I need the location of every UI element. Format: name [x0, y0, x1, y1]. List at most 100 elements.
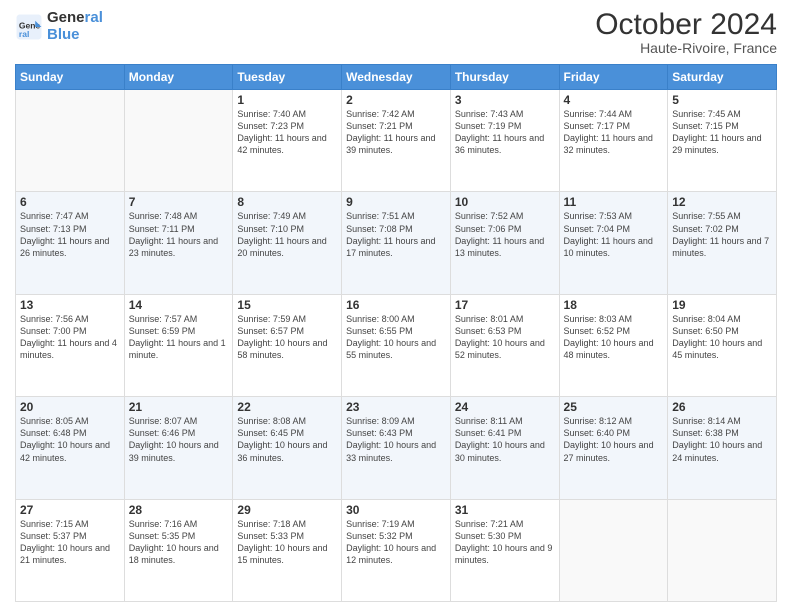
day-info: Sunrise: 7:59 AMSunset: 6:57 PMDaylight:… [237, 313, 337, 362]
day-number: 25 [564, 400, 664, 414]
calendar-cell: 26Sunrise: 8:14 AMSunset: 6:38 PMDayligh… [668, 397, 777, 499]
day-number: 8 [237, 195, 337, 209]
day-number: 30 [346, 503, 446, 517]
day-number: 7 [129, 195, 229, 209]
calendar-cell: 17Sunrise: 8:01 AMSunset: 6:53 PMDayligh… [450, 294, 559, 396]
day-number: 24 [455, 400, 555, 414]
calendar-cell: 2Sunrise: 7:42 AMSunset: 7:21 PMDaylight… [342, 90, 451, 192]
calendar-week-5: 27Sunrise: 7:15 AMSunset: 5:37 PMDayligh… [16, 499, 777, 601]
calendar-week-1: 1Sunrise: 7:40 AMSunset: 7:23 PMDaylight… [16, 90, 777, 192]
day-number: 31 [455, 503, 555, 517]
day-info: Sunrise: 7:18 AMSunset: 5:33 PMDaylight:… [237, 518, 337, 567]
day-info: Sunrise: 7:21 AMSunset: 5:30 PMDaylight:… [455, 518, 555, 567]
day-info: Sunrise: 7:57 AMSunset: 6:59 PMDaylight:… [129, 313, 229, 362]
day-number: 17 [455, 298, 555, 312]
page: Gene ral General Blue October 2024 Haute… [0, 0, 792, 612]
day-number: 19 [672, 298, 772, 312]
day-number: 26 [672, 400, 772, 414]
col-sunday: Sunday [16, 65, 125, 90]
day-number: 20 [20, 400, 120, 414]
day-number: 15 [237, 298, 337, 312]
calendar-cell: 20Sunrise: 8:05 AMSunset: 6:48 PMDayligh… [16, 397, 125, 499]
calendar-cell: 29Sunrise: 7:18 AMSunset: 5:33 PMDayligh… [233, 499, 342, 601]
calendar-cell: 28Sunrise: 7:16 AMSunset: 5:35 PMDayligh… [124, 499, 233, 601]
calendar-cell: 19Sunrise: 8:04 AMSunset: 6:50 PMDayligh… [668, 294, 777, 396]
day-number: 22 [237, 400, 337, 414]
calendar-cell: 27Sunrise: 7:15 AMSunset: 5:37 PMDayligh… [16, 499, 125, 601]
col-tuesday: Tuesday [233, 65, 342, 90]
calendar-cell: 24Sunrise: 8:11 AMSunset: 6:41 PMDayligh… [450, 397, 559, 499]
day-number: 18 [564, 298, 664, 312]
calendar-cell: 16Sunrise: 8:00 AMSunset: 6:55 PMDayligh… [342, 294, 451, 396]
calendar-week-3: 13Sunrise: 7:56 AMSunset: 7:00 PMDayligh… [16, 294, 777, 396]
day-number: 27 [20, 503, 120, 517]
day-number: 9 [346, 195, 446, 209]
calendar-cell: 5Sunrise: 7:45 AMSunset: 7:15 PMDaylight… [668, 90, 777, 192]
col-saturday: Saturday [668, 65, 777, 90]
day-info: Sunrise: 8:12 AMSunset: 6:40 PMDaylight:… [564, 415, 664, 464]
day-info: Sunrise: 8:03 AMSunset: 6:52 PMDaylight:… [564, 313, 664, 362]
day-info: Sunrise: 7:19 AMSunset: 5:32 PMDaylight:… [346, 518, 446, 567]
col-thursday: Thursday [450, 65, 559, 90]
calendar-cell: 6Sunrise: 7:47 AMSunset: 7:13 PMDaylight… [16, 192, 125, 294]
calendar-cell: 10Sunrise: 7:52 AMSunset: 7:06 PMDayligh… [450, 192, 559, 294]
day-info: Sunrise: 7:15 AMSunset: 5:37 PMDaylight:… [20, 518, 120, 567]
col-wednesday: Wednesday [342, 65, 451, 90]
day-info: Sunrise: 7:47 AMSunset: 7:13 PMDaylight:… [20, 210, 120, 259]
calendar-cell: 14Sunrise: 7:57 AMSunset: 6:59 PMDayligh… [124, 294, 233, 396]
calendar-cell: 25Sunrise: 8:12 AMSunset: 6:40 PMDayligh… [559, 397, 668, 499]
day-number: 1 [237, 93, 337, 107]
day-info: Sunrise: 7:42 AMSunset: 7:21 PMDaylight:… [346, 108, 446, 157]
day-number: 6 [20, 195, 120, 209]
calendar-title: October 2024 [595, 10, 777, 40]
header: Gene ral General Blue October 2024 Haute… [15, 10, 777, 56]
day-info: Sunrise: 8:11 AMSunset: 6:41 PMDaylight:… [455, 415, 555, 464]
calendar-subtitle: Haute-Rivoire, France [595, 40, 777, 56]
calendar-table: Sunday Monday Tuesday Wednesday Thursday… [15, 64, 777, 602]
svg-text:ral: ral [19, 29, 29, 39]
calendar-cell: 8Sunrise: 7:49 AMSunset: 7:10 PMDaylight… [233, 192, 342, 294]
calendar-cell [559, 499, 668, 601]
day-number: 16 [346, 298, 446, 312]
calendar-cell: 22Sunrise: 8:08 AMSunset: 6:45 PMDayligh… [233, 397, 342, 499]
logo-icon: Gene ral [15, 13, 43, 41]
day-info: Sunrise: 8:07 AMSunset: 6:46 PMDaylight:… [129, 415, 229, 464]
col-friday: Friday [559, 65, 668, 90]
day-info: Sunrise: 7:55 AMSunset: 7:02 PMDaylight:… [672, 210, 772, 259]
day-number: 23 [346, 400, 446, 414]
day-info: Sunrise: 7:52 AMSunset: 7:06 PMDaylight:… [455, 210, 555, 259]
day-number: 5 [672, 93, 772, 107]
logo: Gene ral General Blue [15, 10, 103, 43]
day-info: Sunrise: 7:48 AMSunset: 7:11 PMDaylight:… [129, 210, 229, 259]
day-info: Sunrise: 8:04 AMSunset: 6:50 PMDaylight:… [672, 313, 772, 362]
col-monday: Monday [124, 65, 233, 90]
day-info: Sunrise: 8:09 AMSunset: 6:43 PMDaylight:… [346, 415, 446, 464]
day-info: Sunrise: 7:16 AMSunset: 5:35 PMDaylight:… [129, 518, 229, 567]
calendar-week-2: 6Sunrise: 7:47 AMSunset: 7:13 PMDaylight… [16, 192, 777, 294]
calendar-cell [16, 90, 125, 192]
day-number: 11 [564, 195, 664, 209]
calendar-cell: 23Sunrise: 8:09 AMSunset: 6:43 PMDayligh… [342, 397, 451, 499]
day-number: 2 [346, 93, 446, 107]
day-info: Sunrise: 7:40 AMSunset: 7:23 PMDaylight:… [237, 108, 337, 157]
day-number: 21 [129, 400, 229, 414]
day-number: 29 [237, 503, 337, 517]
day-number: 13 [20, 298, 120, 312]
day-info: Sunrise: 8:08 AMSunset: 6:45 PMDaylight:… [237, 415, 337, 464]
calendar-cell: 4Sunrise: 7:44 AMSunset: 7:17 PMDaylight… [559, 90, 668, 192]
day-info: Sunrise: 7:56 AMSunset: 7:00 PMDaylight:… [20, 313, 120, 362]
calendar-cell: 9Sunrise: 7:51 AMSunset: 7:08 PMDaylight… [342, 192, 451, 294]
calendar-cell: 13Sunrise: 7:56 AMSunset: 7:00 PMDayligh… [16, 294, 125, 396]
logo-text: General Blue [47, 10, 103, 43]
calendar-cell: 7Sunrise: 7:48 AMSunset: 7:11 PMDaylight… [124, 192, 233, 294]
day-number: 28 [129, 503, 229, 517]
calendar-week-4: 20Sunrise: 8:05 AMSunset: 6:48 PMDayligh… [16, 397, 777, 499]
day-number: 3 [455, 93, 555, 107]
day-info: Sunrise: 8:14 AMSunset: 6:38 PMDaylight:… [672, 415, 772, 464]
calendar-cell: 31Sunrise: 7:21 AMSunset: 5:30 PMDayligh… [450, 499, 559, 601]
calendar-cell: 15Sunrise: 7:59 AMSunset: 6:57 PMDayligh… [233, 294, 342, 396]
day-info: Sunrise: 7:45 AMSunset: 7:15 PMDaylight:… [672, 108, 772, 157]
title-block: October 2024 Haute-Rivoire, France [595, 10, 777, 56]
day-number: 12 [672, 195, 772, 209]
calendar-cell [124, 90, 233, 192]
